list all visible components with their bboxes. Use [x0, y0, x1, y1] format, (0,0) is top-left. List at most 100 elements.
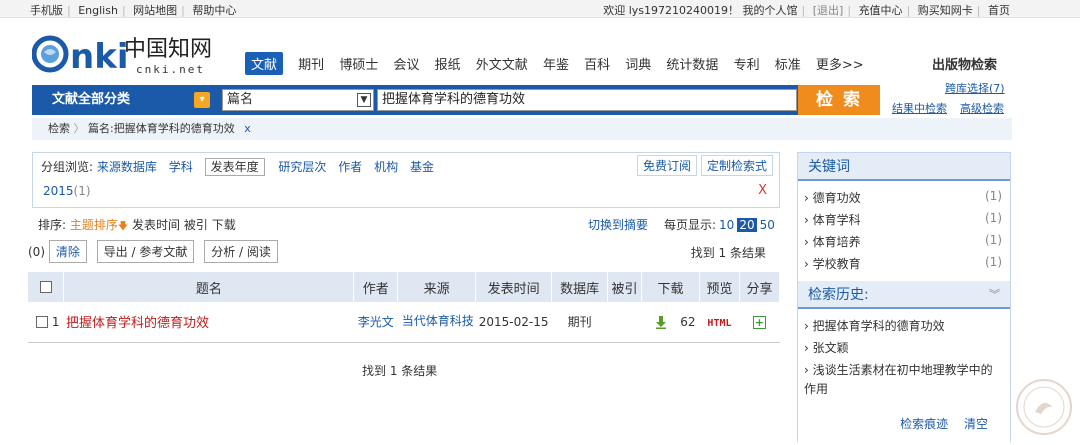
keyword-count: (1)	[985, 255, 1002, 269]
collapse-chevron-icon[interactable]: ︾	[989, 281, 1000, 309]
sort-by-downloads[interactable]: 下载	[212, 218, 236, 232]
nav-item-patents[interactable]: 专利	[734, 54, 760, 73]
per-page-10[interactable]: 10	[719, 218, 734, 232]
mobile-link[interactable]: 手机版	[30, 4, 63, 17]
nav-item-encyclopedia[interactable]: 百科	[584, 54, 610, 73]
search-button[interactable]: 检 索	[798, 85, 880, 115]
select-all-checkbox[interactable]	[39, 281, 52, 293]
analyze-read-button[interactable]: 分析 / 阅读	[204, 240, 278, 263]
nav-item-theses[interactable]: 博硕士	[339, 54, 378, 73]
recharge-link[interactable]: 充值中心	[859, 4, 903, 17]
search-field-select[interactable]: 篇名 ▼	[222, 89, 374, 111]
right-sidebar: 关键词 › 德育功效 (1) › 体育学科 (1) › 体育培养 (1) › 学…	[797, 152, 1011, 442]
sort-by-date[interactable]: 发表时间	[132, 218, 180, 232]
html-preview-icon[interactable]: HTML	[707, 318, 731, 329]
col-database: 数据库	[551, 272, 609, 302]
nav-item-literature[interactable]: 文献	[245, 52, 284, 75]
table-header-row: 题名 作者 来源 发表时间 数据库 被引 下载 预览 分享	[28, 272, 781, 302]
chevron-down-icon[interactable]: ▾	[194, 92, 210, 108]
breadcrumb-root[interactable]: 检索	[48, 122, 70, 135]
result-author-link[interactable]: 李光文	[358, 315, 394, 329]
result-source-link[interactable]: 当代体育科技	[402, 314, 474, 328]
custom-search-button[interactable]: 定制检索式	[701, 155, 774, 176]
year-filter-option[interactable]: 2015(1)	[43, 184, 91, 198]
keyword-label: 体育培养	[812, 235, 861, 249]
result-date: 2015-02-15	[475, 302, 552, 343]
home-link[interactable]: 首页	[988, 4, 1010, 17]
nav-item-journals[interactable]: 期刊	[298, 54, 324, 73]
history-clear-link[interactable]: 清空	[964, 417, 988, 431]
free-subscribe-button[interactable]: 免费订阅	[637, 155, 698, 176]
breadcrumb: 检索 〉 篇名:把握体育学科的德育功效 x	[32, 118, 1012, 140]
list-item[interactable]: › 德育功效 (1)	[804, 189, 1002, 211]
nav-item-standards[interactable]: 标准	[775, 54, 801, 73]
result-download-count: 62	[680, 314, 696, 329]
nav-item-newspapers[interactable]: 报纸	[435, 54, 461, 73]
sort-by-cited[interactable]: 被引	[184, 218, 208, 232]
logout-link[interactable]: [退出]	[813, 4, 844, 17]
group-subject[interactable]: 学科	[169, 160, 193, 174]
results-table: 题名 作者 来源 发表时间 数据库 被引 下载 预览 分享 1 把握体育学科的德…	[28, 272, 781, 343]
group-source-db[interactable]: 来源数据库	[97, 160, 157, 174]
breadcrumb-close-button[interactable]: x	[244, 122, 251, 135]
nav-item-yearbooks[interactable]: 年鉴	[543, 54, 569, 73]
nav-item-foreign[interactable]: 外文文献	[476, 54, 528, 73]
group-browse-bar: 分组浏览: 来源数据库 学科 发表年度 研究层次 作者 机构 基金	[41, 158, 442, 176]
my-library-link[interactable]: 我的个人馆	[743, 4, 798, 17]
per-page-20[interactable]: 20	[737, 218, 757, 232]
per-page-label: 每页显示:	[664, 218, 717, 232]
history-list: › 把握体育学科的德育功效 › 张文颖 › 浅谈生活素材在初中地理教学中的作用	[798, 309, 1010, 399]
category-selector[interactable]: 文献全部分类	[32, 85, 217, 115]
keyword-list: › 德育功效 (1) › 体育学科 (1) › 体育培养 (1) › 学校教育 …	[798, 181, 1010, 277]
close-icon[interactable]: X	[758, 183, 767, 198]
row-checkbox[interactable]	[36, 316, 48, 329]
switch-to-abstract-link[interactable]: 切换到摘要	[588, 216, 648, 233]
result-title-link[interactable]: 把握体育学科的德育功效	[66, 316, 209, 331]
history-header: 检索历史: ︾	[798, 281, 1010, 309]
history-item-label: 浅谈生活素材在初中地理教学中的作用	[804, 363, 993, 396]
download-icon[interactable]	[654, 315, 668, 329]
publication-search-link[interactable]: 出版物检索	[932, 54, 997, 73]
group-research-level[interactable]: 研究层次	[278, 160, 326, 174]
list-item[interactable]: › 体育培养 (1)	[804, 233, 1002, 255]
selected-count: (0)	[28, 245, 45, 259]
cross-db-select-link[interactable]: 跨库选择(7)	[945, 80, 1005, 96]
list-item[interactable]: › 学校教育 (1)	[804, 255, 1002, 277]
sort-label: 排序:	[38, 218, 67, 232]
sitemap-link[interactable]: 网站地图	[133, 4, 177, 17]
clear-button[interactable]: 清除	[48, 240, 87, 263]
sort-by-topic[interactable]: 主题排序	[70, 218, 118, 232]
share-plus-icon[interactable]: +	[752, 315, 766, 329]
list-item[interactable]: › 张文颖	[804, 339, 1004, 358]
cnki-logo[interactable]: nki 中国知网 cnki.net	[31, 26, 232, 84]
sort-desc-arrow-icon: 🡇	[117, 221, 129, 232]
history-trace-link[interactable]: 检索痕迹	[900, 417, 948, 431]
seal-watermark-icon	[1016, 379, 1072, 435]
export-references-button[interactable]: 导出 / 参考文献	[96, 240, 195, 263]
keywords-header: 关键词	[798, 153, 1010, 181]
nav-item-dictionary[interactable]: 词典	[625, 54, 651, 73]
col-preview: 预览	[699, 272, 740, 302]
group-institution[interactable]: 机构	[374, 160, 398, 174]
search-within-results-link[interactable]: 结果中检索	[892, 100, 947, 116]
list-item[interactable]: › 浅谈生活素材在初中地理教学中的作用	[804, 361, 1004, 399]
group-author[interactable]: 作者	[338, 160, 362, 174]
nav-item-more[interactable]: 更多>>	[816, 54, 864, 73]
english-link[interactable]: English	[78, 4, 118, 17]
advanced-search-link[interactable]: 高级检索	[960, 100, 1004, 116]
tab-publication-year[interactable]: 发表年度	[204, 158, 265, 176]
col-source: 来源	[397, 272, 477, 302]
search-field-value: 篇名	[227, 92, 254, 107]
list-item[interactable]: › 把握体育学科的德育功效	[804, 317, 1004, 336]
row-index: 1	[51, 314, 60, 329]
col-downloads: 下载	[641, 272, 700, 302]
help-link[interactable]: 帮助中心	[192, 4, 236, 17]
group-fund[interactable]: 基金	[410, 160, 434, 174]
buy-card-link[interactable]: 购买知网卡	[918, 4, 973, 17]
list-item[interactable]: › 体育学科 (1)	[804, 211, 1002, 233]
nav-item-statistics[interactable]: 统计数据	[666, 54, 718, 73]
nav-item-conferences[interactable]: 会议	[393, 54, 419, 73]
col-title: 题名	[63, 272, 355, 302]
search-input[interactable]: 把握体育学科的德育功效	[377, 89, 797, 111]
per-page-50[interactable]: 50	[760, 218, 775, 232]
